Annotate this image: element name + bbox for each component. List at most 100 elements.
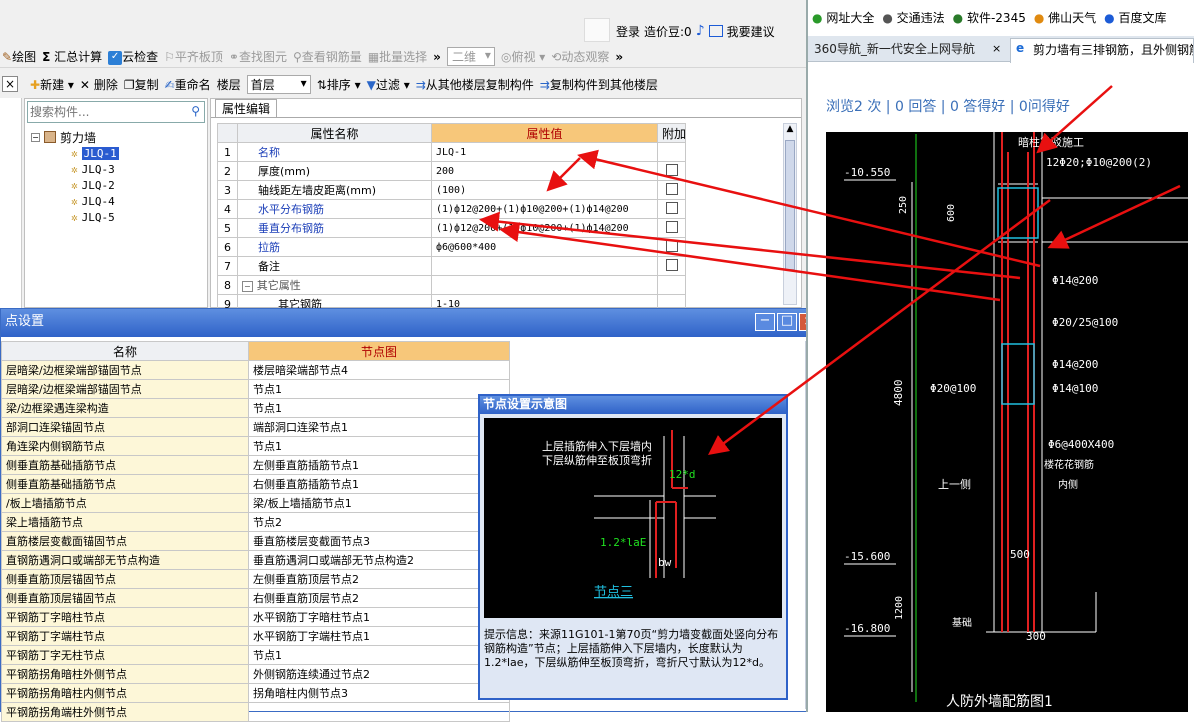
tree-item[interactable]: ✲ JLQ-3 — [71, 161, 207, 177]
node-value-cell[interactable]: 节点1 — [248, 398, 510, 418]
extra-checkbox[interactable] — [665, 163, 678, 176]
tree-item[interactable]: ✲ JLQ-5 — [71, 209, 207, 225]
extra-checkbox[interactable] — [665, 220, 678, 233]
new-button[interactable]: ✚新建 ▾ — [30, 76, 74, 93]
property-row[interactable]: 2 厚度(mm) 200 — [217, 161, 686, 181]
property-value-cell[interactable] — [431, 256, 658, 276]
tree-item[interactable]: ✲ JLQ-1 — [71, 145, 207, 161]
login-link[interactable]: 登录 — [616, 23, 640, 40]
copy-from-floor-button[interactable]: ⇉从其他楼层复制构件 — [416, 76, 534, 93]
view-button[interactable]: ◎俯视 ▾ — [501, 48, 545, 65]
property-tab[interactable]: 属性编辑 — [215, 99, 278, 117]
property-row[interactable]: 4 水平分布钢筋 (1)ф12@200+(1)ф10@200+(1)ф14@200 — [217, 199, 686, 219]
property-value-cell[interactable]: ф6@600*400 — [431, 237, 658, 257]
property-row[interactable]: 3 轴线距左墙皮距离(mm) (100) — [217, 180, 686, 200]
property-value-cell[interactable]: (1)ф12@200+(1)ф10@200+(1)ф14@200 — [431, 218, 658, 238]
node-row[interactable]: 层暗梁/边框梁端部锚固节点 楼层暗梁端部节点4 — [1, 360, 510, 380]
filter-button[interactable]: ▼过滤 ▾ — [367, 76, 410, 93]
sort-button[interactable]: ⇅排序 ▾ — [317, 76, 361, 93]
tree-root[interactable]: − 剪力墙 — [25, 129, 207, 145]
node-value-cell[interactable]: 垂直筋遇洞口或端部无节点构造2 — [248, 550, 510, 570]
node-row[interactable]: 侧垂直筋基础插筋节点 右侧垂直筋插筋节点1 — [1, 474, 510, 494]
scroll-up-icon[interactable]: ▲ — [784, 124, 796, 138]
node-row[interactable]: 侧垂直筋基础插筋节点 左侧垂直筋插筋节点1 — [1, 455, 510, 475]
property-value-cell[interactable] — [431, 275, 658, 295]
more-chevron-icon[interactable]: » — [615, 50, 623, 64]
property-value-cell[interactable]: (1)ф12@200+(1)ф10@200+(1)ф14@200 — [431, 199, 658, 219]
bookmark-item[interactable]: ● 百度文库 — [1104, 9, 1166, 26]
node-value-cell[interactable]: 拐角暗柱内侧节点3 — [248, 683, 510, 703]
copy-button[interactable]: ❐复制 — [124, 76, 159, 93]
bookmark-item[interactable]: ● 交通违法 — [882, 9, 944, 26]
cloud-check-button[interactable]: ✓ 云检查 — [108, 48, 158, 65]
node-value-cell[interactable]: 梁/板上墙插筋节点1 — [248, 493, 510, 513]
property-value-cell[interactable]: JLQ-1 — [431, 142, 658, 162]
delete-button[interactable]: ✕ 删除 — [80, 76, 118, 93]
node-value-cell[interactable]: 右侧垂直筋插筋节点1 — [248, 474, 510, 494]
node-value-cell[interactable] — [248, 702, 510, 722]
property-row[interactable]: 6 拉筋 ф6@600*400 — [217, 237, 686, 257]
node-row[interactable]: 侧垂直筋顶层锚固节点 左侧垂直筋顶层节点2 — [1, 569, 510, 589]
property-value-cell[interactable]: 200 — [431, 161, 658, 181]
tree-item[interactable]: ✲ JLQ-4 — [71, 193, 207, 209]
property-value-cell[interactable]: (100) — [431, 180, 658, 200]
property-row[interactable]: 8− 其它属性 — [217, 275, 686, 295]
node-row[interactable]: 角连梁内侧钢筋节点 节点1 — [1, 436, 510, 456]
node-row[interactable]: 层暗梁/边框梁端部锚固节点 节点1 — [1, 379, 510, 399]
node-row[interactable]: 梁上墙插筋节点 节点2 — [1, 512, 510, 532]
search-icon[interactable]: ⚲ — [191, 104, 200, 118]
extra-checkbox[interactable] — [665, 239, 678, 252]
extra-checkbox[interactable] — [665, 201, 678, 214]
bookmark-item[interactable]: ● 佛山天气 — [1034, 9, 1096, 26]
dim-select[interactable]: 二维 ▾ — [446, 47, 495, 66]
extra-checkbox[interactable] — [665, 258, 678, 271]
property-row[interactable]: 5 垂直分布钢筋 (1)ф12@200+(1)ф10@200+(1)ф14@200 — [217, 218, 686, 238]
sum-button[interactable]: Σ 汇总计算 — [42, 48, 102, 65]
find-button[interactable]: ⚭查找图元 — [229, 48, 287, 65]
property-row[interactable]: 7 备注 — [217, 256, 686, 276]
node-value-cell[interactable]: 外侧钢筋连续通过节点2 — [248, 664, 510, 684]
node-value-cell[interactable]: 节点2 — [248, 512, 510, 532]
node-value-cell[interactable]: 水平钢筋丁字暗柱节点1 — [248, 607, 510, 627]
maximize-button[interactable]: □ — [777, 313, 797, 331]
node-value-cell[interactable]: 左侧垂直筋顶层节点2 — [248, 569, 510, 589]
node-row[interactable]: /板上墙插筋节点 梁/板上墙插筋节点1 — [1, 493, 510, 513]
copy-to-floor-button[interactable]: ⇉复制构件到其他楼层 — [540, 76, 658, 93]
node-row[interactable]: 平钢筋丁字端柱节点 水平钢筋丁字端柱节点1 — [1, 626, 510, 646]
node-row[interactable]: 平钢筋丁字无柱节点 节点1 — [1, 645, 510, 665]
node-value-cell[interactable]: 节点1 — [248, 645, 510, 665]
tree-item[interactable]: ✲ JLQ-2 — [71, 177, 207, 193]
bell-icon[interactable]: ♪ — [696, 23, 705, 39]
rename-button[interactable]: ✍重命名 — [165, 76, 211, 93]
node-row[interactable]: 平钢筋拐角端柱外侧节点 — [1, 702, 510, 722]
node-row[interactable]: 平钢筋丁字暗柱节点 水平钢筋丁字暗柱节点1 — [1, 607, 510, 627]
bookmark-item[interactable]: ● 网址大全 — [812, 9, 874, 26]
node-value-cell[interactable]: 节点1 — [248, 379, 510, 399]
view-rebar-button[interactable]: ⚲查看钢筋量 — [293, 48, 362, 65]
draw-button[interactable]: ✎绘图 — [2, 48, 36, 65]
bookmark-item[interactable]: ● 软件-2345 — [953, 9, 1026, 26]
node-value-cell[interactable]: 端部洞口连梁节点1 — [248, 417, 510, 437]
more-chevron-icon[interactable]: » — [433, 50, 441, 64]
node-row[interactable]: 直钢筋遇洞口或端部无节点构造 垂直筋遇洞口或端部无节点构造2 — [1, 550, 510, 570]
batch-button[interactable]: ▦批量选择 — [368, 48, 427, 65]
node-row[interactable]: 侧垂直筋顶层锚固节点 右侧垂直筋顶层节点2 — [1, 588, 510, 608]
node-row[interactable]: 梁/边框梁遇连梁构造 节点1 — [1, 398, 510, 418]
node-value-cell[interactable]: 节点1 — [248, 436, 510, 456]
panel-close-icon[interactable]: × — [2, 76, 18, 92]
collapse-icon[interactable]: − — [31, 132, 40, 142]
minimize-button[interactable]: − — [755, 313, 775, 331]
node-value-cell[interactable]: 垂直筋楼层变截面节点3 — [248, 531, 510, 551]
extra-checkbox[interactable] — [665, 182, 678, 195]
tab-active[interactable]: 剪力墙有三排钢筋，且外侧钢筋 — [1010, 38, 1194, 63]
search-box[interactable]: ⚲ — [27, 101, 205, 123]
node-value-cell[interactable]: 左侧垂直筋插筋节点1 — [248, 455, 510, 475]
node-value-cell[interactable]: 水平钢筋丁字端柱节点1 — [248, 626, 510, 646]
property-row[interactable]: 1 名称 JLQ-1 — [217, 142, 686, 162]
floor-select[interactable]: 首层 ▾ — [246, 74, 311, 94]
suggest-link[interactable]: 我要建议 — [727, 23, 775, 40]
tab-360[interactable]: 360导航_新一代安全上网导航 — [810, 38, 1006, 62]
node-row[interactable]: 直筋楼层变截面锚固节点 垂直筋楼层变截面节点3 — [1, 531, 510, 551]
dynamic-button[interactable]: ⟲动态观察 — [551, 48, 609, 65]
collapse-icon[interactable]: − — [242, 281, 253, 292]
